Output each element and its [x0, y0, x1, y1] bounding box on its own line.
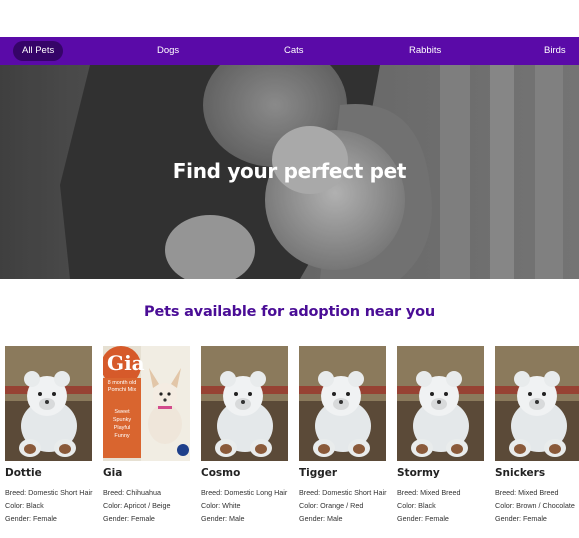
pet-name[interactable]: Cosmo: [201, 467, 240, 479]
pet-breed: Breed: Chihuahua: [103, 488, 161, 497]
pet-breed: Breed: Domestic Long Hair: [201, 488, 288, 497]
nav-item-dogs[interactable]: Dogs: [157, 37, 179, 65]
pet-gender: Gender: Male: [201, 514, 245, 523]
flyer-title: Gia: [107, 351, 145, 375]
pet-color: Color: Black: [5, 501, 44, 510]
nav-item-cats[interactable]: Cats: [284, 37, 304, 65]
pet-photo[interactable]: [5, 346, 92, 461]
pet-card[interactable]: Tigger Breed: Domestic Short Hair Color:…: [299, 346, 387, 538]
teddy-bear-image: [201, 346, 288, 461]
pet-gender: Gender: Female: [495, 514, 547, 523]
flyer-traits: Sweet Spunky Playful Funny: [105, 408, 139, 440]
pet-card[interactable]: Snickers Breed: Mixed Breed Color: Brown…: [495, 346, 579, 538]
pet-breed: Breed: Mixed Breed: [495, 488, 559, 497]
pet-name[interactable]: Tigger: [299, 467, 337, 479]
pet-photo[interactable]: [201, 346, 288, 461]
flyer-trait: Spunky: [112, 417, 132, 423]
pet-color: Color: Black: [397, 501, 436, 510]
pet-color: Color: Apricot / Beige: [103, 501, 171, 510]
pet-gender: Gender: Female: [397, 514, 449, 523]
nav-item-birds[interactable]: Birds: [544, 37, 566, 65]
pet-name[interactable]: Dottie: [5, 467, 42, 479]
teddy-bear-image: [397, 346, 484, 461]
nav-item-all-pets[interactable]: All Pets: [13, 41, 64, 61]
nav-item-rabbits[interactable]: Rabbits: [409, 37, 441, 65]
pet-photo[interactable]: [299, 346, 386, 461]
pet-color: Color: Brown / Chocolate: [495, 501, 575, 510]
hero-banner: Find your perfect pet: [0, 65, 579, 279]
pet-photo[interactable]: Gia 8 month old Pomchi Mix Sweet Spunky …: [103, 346, 190, 461]
pet-card[interactable]: Dottie Breed: Domestic Short Hair Color:…: [5, 346, 93, 538]
pet-name[interactable]: Snickers: [495, 467, 545, 479]
pet-gender: Gender: Male: [299, 514, 343, 523]
pet-card[interactable]: Stormy Breed: Mixed Breed Color: Black G…: [397, 346, 485, 538]
pet-card-list: Dottie Breed: Domestic Short Hair Color:…: [5, 346, 579, 538]
flyer-subtitle: 8 month old Pomchi Mix: [107, 380, 137, 393]
pet-color: Color: Orange / Red: [299, 501, 364, 510]
pet-photo[interactable]: [397, 346, 484, 461]
pet-name[interactable]: Gia: [103, 467, 122, 479]
hero-title: Find your perfect pet: [172, 159, 407, 183]
pet-breed: Breed: Domestic Short Hair: [299, 488, 387, 497]
teddy-bear-image: [495, 346, 579, 461]
section-title: Pets available for adoption near you: [144, 304, 435, 320]
pet-card[interactable]: Cosmo Breed: Domestic Long Hair Color: W…: [201, 346, 289, 538]
flyer-trait: Funny: [114, 433, 130, 439]
pet-gender: Gender: Female: [5, 514, 57, 523]
main-nav: All Pets Dogs Cats Rabbits Birds: [0, 37, 579, 65]
flyer-trait: Sweet: [114, 409, 130, 415]
teddy-bear-image: [5, 346, 92, 461]
pet-gender: Gender: Female: [103, 514, 155, 523]
pet-card[interactable]: Gia 8 month old Pomchi Mix Sweet Spunky …: [103, 346, 191, 538]
pet-name[interactable]: Stormy: [397, 467, 440, 479]
teddy-bear-image: [299, 346, 386, 461]
pet-photo[interactable]: [495, 346, 579, 461]
flyer-trait: Playful: [113, 425, 131, 431]
pet-breed: Breed: Domestic Short Hair: [5, 488, 93, 497]
pet-color: Color: White: [201, 501, 241, 510]
pet-breed: Breed: Mixed Breed: [397, 488, 461, 497]
